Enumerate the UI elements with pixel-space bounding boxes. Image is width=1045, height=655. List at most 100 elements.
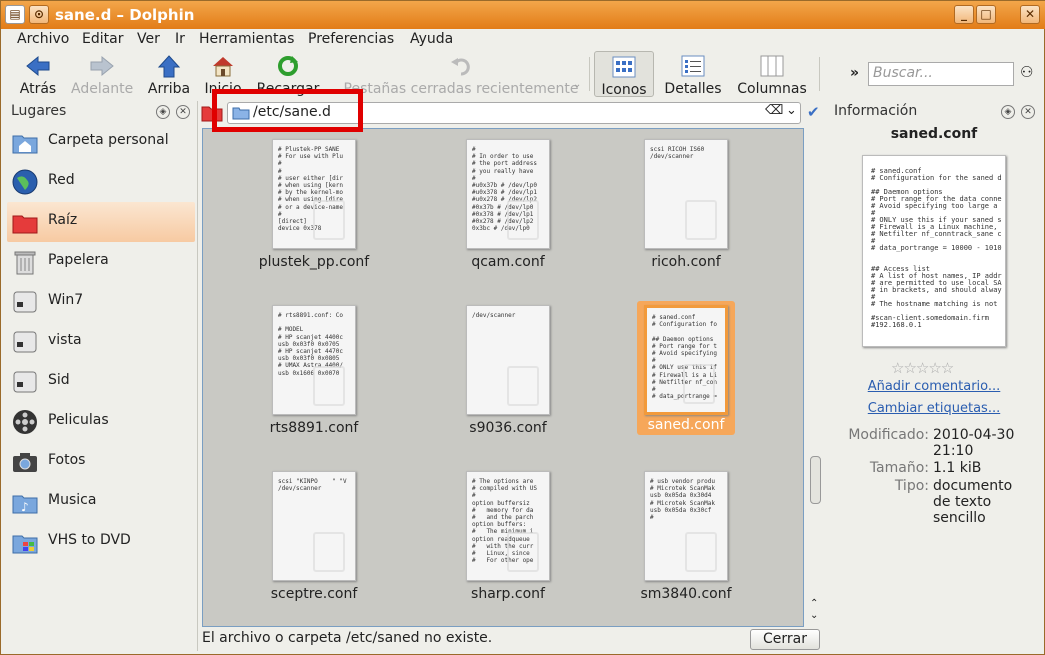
- reload-icon: [278, 56, 298, 76]
- place-vista[interactable]: vista: [7, 322, 195, 362]
- file-item[interactable]: # The options are # compiled with US # o…: [433, 471, 583, 602]
- window-title: sane.d – Dolphin: [55, 6, 195, 24]
- scroll-up-icon[interactable]: ⌃: [810, 598, 818, 609]
- title-bar[interactable]: ▤ ⊙ sane.d – Dolphin _ □ ✕: [1, 1, 1045, 29]
- app-icon[interactable]: ⊙: [29, 5, 49, 24]
- file-item-selected[interactable]: # saned.conf # Configuration fo ## Daemo…: [637, 301, 735, 435]
- file-name: s9036.conf: [469, 420, 547, 436]
- close-message-button[interactable]: Cerrar: [750, 629, 820, 650]
- details-view-label: Detalles: [664, 81, 722, 97]
- place-label: Papelera: [48, 252, 109, 268]
- columns-view-button[interactable]: Columnas: [736, 51, 808, 97]
- file-preview: # saned.conf # Configuration fo ## Daemo…: [644, 305, 728, 415]
- place-trash[interactable]: Papelera: [7, 242, 195, 282]
- place-label: vista: [48, 332, 82, 348]
- arrow-right-icon: [90, 55, 114, 77]
- binoculars-icon[interactable]: ⚇: [1020, 63, 1033, 81]
- document-icon: [685, 200, 717, 240]
- scroll-down-icon[interactable]: ⌄: [810, 610, 818, 621]
- place-fotos[interactable]: Fotos: [7, 442, 195, 482]
- forward-label: Adelante: [71, 81, 134, 97]
- icons-view-button[interactable]: Iconos: [594, 51, 654, 98]
- file-item[interactable]: /dev/scanner s9036.conf: [433, 305, 583, 436]
- more-chevron-icon[interactable]: »: [850, 65, 859, 81]
- modified-value: 2010-04-30 21:10: [933, 427, 1015, 459]
- place-vhs-to-dvd[interactable]: VHS to DVD: [7, 522, 195, 562]
- place-label: Musica: [48, 492, 97, 508]
- file-item[interactable]: scsi "KINPO " "V /dev/scanner sceptre.co…: [239, 471, 389, 602]
- icons-view-icon: [612, 56, 636, 78]
- file-view[interactable]: # Plustek-PP SANE # For use with Plu # #…: [202, 128, 804, 627]
- menu-ver[interactable]: Ver: [137, 31, 160, 47]
- change-tags-link[interactable]: Cambiar etiquetas...: [829, 401, 1039, 416]
- place-musica[interactable]: ♪ Musica: [7, 482, 195, 522]
- music-folder-icon: ♪: [12, 495, 38, 514]
- file-item[interactable]: # rts8891.conf: Co # MODEL # HP scanjet …: [239, 305, 389, 436]
- icons-view-label: Iconos: [601, 82, 647, 98]
- highlight-annotation-box: [212, 89, 363, 132]
- hard-drive-icon: [13, 291, 37, 313]
- menu-ir[interactable]: Ir: [175, 31, 185, 47]
- panel-close-icon[interactable]: ✕: [176, 105, 190, 119]
- vertical-scrollbar[interactable]: ⌃ ⌄: [807, 128, 824, 627]
- place-root[interactable]: Raíz: [7, 202, 195, 242]
- add-comment-link[interactable]: Añadir comentario...: [829, 379, 1039, 394]
- menu-editar[interactable]: Editar: [82, 31, 123, 47]
- place-label: Red: [48, 172, 75, 188]
- place-network[interactable]: Red: [7, 162, 195, 202]
- dolphin-window: ▤ ⊙ sane.d – Dolphin _ □ ✕ Archivo Edita…: [0, 0, 1045, 655]
- clear-location-icon[interactable]: ⌫: [765, 103, 783, 118]
- document-icon: [683, 364, 715, 404]
- file-item[interactable]: # usb vendor produ # Microtek ScanMak us…: [611, 471, 761, 602]
- window-menu-icon[interactable]: ▤: [5, 5, 25, 24]
- place-peliculas[interactable]: Peliculas: [7, 402, 195, 442]
- red-folder-icon: [12, 215, 38, 234]
- panel-float-icon[interactable]: ◈: [156, 105, 170, 119]
- close-button[interactable]: ✕: [1020, 5, 1040, 24]
- search-input[interactable]: Buscar...: [868, 62, 1014, 86]
- file-preview: # The options are # compiled with US # o…: [466, 471, 550, 581]
- places-list: Carpeta personal Red Raíz Papelera Win7 …: [7, 122, 195, 562]
- forward-button[interactable]: Adelante: [71, 51, 133, 97]
- scrollbar-thumb[interactable]: [810, 456, 821, 504]
- up-button[interactable]: Arriba: [147, 51, 191, 97]
- status-message: El archivo o carpeta /etc/saned no exist…: [202, 630, 493, 646]
- svg-text:♪: ♪: [21, 500, 29, 514]
- info-preview-text: # saned.conf # Configuration for the san…: [871, 167, 1002, 329]
- menu-archivo[interactable]: Archivo: [17, 31, 69, 47]
- back-button[interactable]: Atrás: [15, 51, 61, 97]
- file-name: sm3840.conf: [640, 586, 732, 602]
- place-label: Carpeta personal: [48, 132, 169, 148]
- menu-preferencias[interactable]: Preferencias: [308, 31, 394, 47]
- up-label: Arriba: [147, 81, 191, 97]
- arrow-up-icon: [157, 55, 181, 78]
- menu-herramientas[interactable]: Herramientas: [199, 31, 294, 47]
- rating-stars[interactable]: ☆☆☆☆☆: [891, 359, 954, 377]
- file-preview: /dev/scanner: [466, 305, 550, 415]
- place-label: Peliculas: [48, 412, 109, 428]
- home-folder-icon: [12, 135, 38, 154]
- file-name: saned.conf: [647, 417, 725, 433]
- document-icon: [313, 366, 345, 406]
- file-preview: # rts8891.conf: Co # MODEL # HP scanjet …: [272, 305, 356, 415]
- minimize-button[interactable]: _: [954, 5, 974, 24]
- windows-folder-icon: [12, 535, 38, 554]
- file-preview: scsi RICOH IS60 /dev/scanner: [644, 139, 728, 249]
- checkmark-icon[interactable]: ✔: [807, 103, 820, 121]
- place-label: Sid: [48, 372, 70, 388]
- hard-drive-icon: [13, 371, 37, 393]
- maximize-button[interactable]: □: [976, 5, 996, 24]
- place-win7[interactable]: Win7: [7, 282, 195, 322]
- menu-ayuda[interactable]: Ayuda: [410, 31, 453, 47]
- place-sid[interactable]: Sid: [7, 362, 195, 402]
- document-icon: [313, 200, 345, 240]
- details-view-button[interactable]: Detalles: [661, 51, 725, 97]
- back-label: Atrás: [19, 81, 57, 97]
- chevron-down-icon[interactable]: ⌄: [786, 103, 797, 118]
- place-home[interactable]: Carpeta personal: [7, 122, 195, 162]
- info-filename: saned.conf: [890, 126, 978, 142]
- file-item[interactable]: # Plustek-PP SANE # For use with Plu # #…: [239, 139, 389, 270]
- file-item[interactable]: scsi RICOH IS60 /dev/scanner ricoh.conf: [611, 139, 761, 270]
- closed-tabs-button[interactable]: Pestañas cerradas recientemente: [339, 51, 583, 97]
- file-item[interactable]: # # In order to use # the port address #…: [433, 139, 583, 270]
